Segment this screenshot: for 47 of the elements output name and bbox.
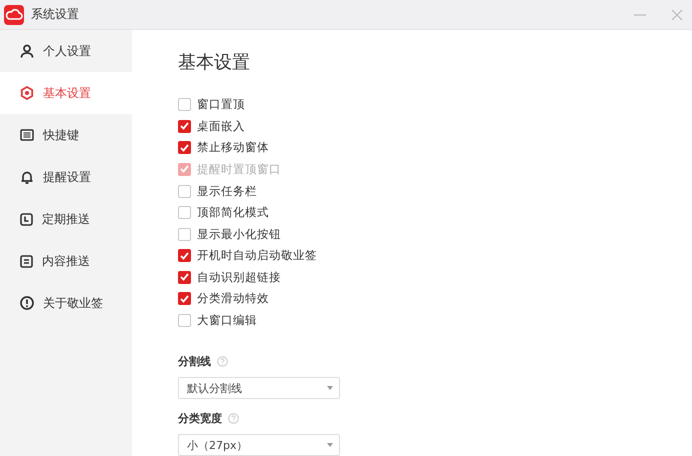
caret-icon [327,386,333,390]
sidebar-item[interactable]: 快捷键 [0,114,132,156]
checkbox-option[interactable]: 显示任务栏 [178,180,692,202]
window-title: 系统设置 [31,6,80,23]
gear-icon [20,86,34,100]
dropdown[interactable]: 小（27px） [178,434,340,456]
help-icon[interactable] [228,413,239,424]
sidebar-item[interactable]: 个人设置 [0,30,132,72]
checkbox[interactable] [178,98,191,112]
person-icon [20,44,34,58]
section-label: 分割线 [178,354,211,370]
checkbox[interactable] [178,270,191,284]
checkbox-option[interactable]: 顶部简化模式 [178,202,692,224]
page-heading: 基本设置 [178,51,251,74]
checkbox-option[interactable]: 窗口置顶 [178,94,692,116]
caret-icon [327,443,333,448]
checkbox[interactable] [178,228,191,241]
checkbox[interactable] [178,314,191,327]
checkbox[interactable] [178,120,191,133]
help-icon[interactable] [217,356,228,368]
document-icon [20,254,33,268]
checkbox[interactable] [178,249,191,262]
bell-icon [20,170,34,184]
sidebar-item[interactable]: 基本设置 [0,72,132,114]
sidebar-item[interactable]: 提醒设置 [0,156,132,198]
checkbox-option[interactable]: 开机时自动启动敬业签 [178,244,692,266]
sidebar-item[interactable]: 内容推送 [0,240,132,282]
dropdown[interactable]: 默认分割线 [178,377,340,400]
checkbox-option[interactable]: 分类滑动特效 [178,288,692,310]
checkbox[interactable] [178,141,191,154]
checkbox[interactable] [178,206,191,220]
sidebar-item[interactable]: 定期推送 [0,198,132,240]
checkbox-option[interactable]: 显示最小化按钮 [178,223,692,245]
checkbox[interactable] [178,292,191,306]
checkbox-option[interactable]: 大窗口编辑 [178,310,692,332]
close-icon [670,8,684,22]
minimize-icon [634,14,646,16]
checkbox[interactable] [178,184,191,198]
checkbox-option[interactable]: 禁止移动窗体 [178,137,692,159]
sidebar-item[interactable]: 关于敬业签 [0,282,132,324]
checkbox-option[interactable]: 桌面嵌入 [178,116,692,138]
info-icon [20,296,34,310]
app-logo-icon [4,4,24,24]
clock-icon [20,212,33,226]
section-label: 分类宽度 [178,411,222,426]
checkbox-option[interactable]: 自动识别超链接 [178,266,692,288]
keyboard-icon [20,129,34,141]
